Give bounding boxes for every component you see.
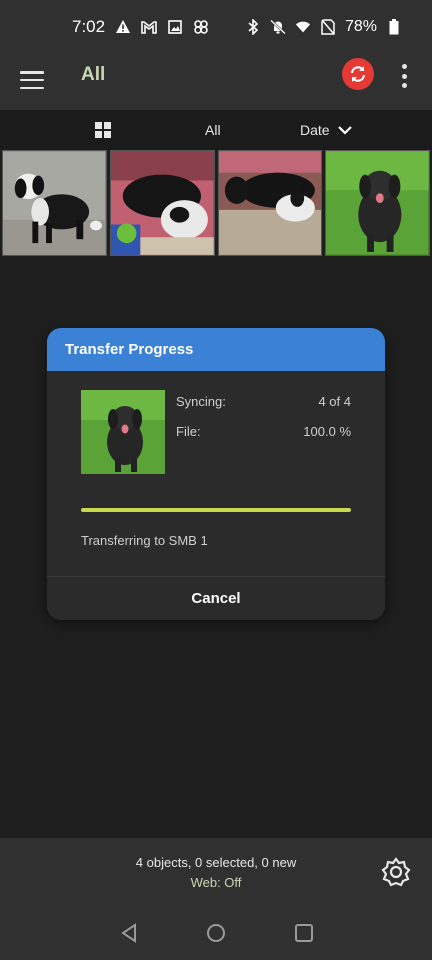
dialog-title: Transfer Progress xyxy=(65,341,194,358)
sync-button[interactable] xyxy=(342,58,374,90)
image-icon xyxy=(167,19,183,35)
battery-icon xyxy=(386,19,402,35)
settings-gear-icon[interactable] xyxy=(380,856,412,888)
pinwheel-icon xyxy=(193,19,209,35)
battery-percent: 78% xyxy=(344,18,377,35)
syncing-label: Syncing: xyxy=(176,394,226,409)
syncing-value: 4 of 4 xyxy=(318,394,351,409)
file-row: File: 100.0 % xyxy=(176,424,351,439)
filter-all-button[interactable]: All xyxy=(205,122,221,138)
progress-bar xyxy=(81,508,351,512)
file-value: 100.0 % xyxy=(303,424,351,439)
gmail-icon xyxy=(141,19,157,35)
recents-icon[interactable] xyxy=(294,923,314,943)
selection-info: 4 objects, 0 selected, 0 new xyxy=(135,855,297,870)
system-nav-bar xyxy=(0,904,432,960)
status-time: 7:02 xyxy=(72,17,106,36)
sync-icon xyxy=(350,66,366,82)
app-title: All xyxy=(81,64,106,85)
bottom-bar: 4 objects, 0 selected, 0 new Web: Off xyxy=(0,838,432,904)
wifi-icon xyxy=(295,19,311,35)
file-label: File: xyxy=(176,424,201,439)
thumb-dog-4[interactable] xyxy=(325,150,430,256)
dialog-thumbnail xyxy=(81,390,165,474)
thumb-dog-2[interactable] xyxy=(109,150,215,256)
filter-bar: All Date xyxy=(0,110,432,150)
bluetooth-icon xyxy=(245,19,261,35)
no-sim-icon xyxy=(320,19,336,35)
progress-fill xyxy=(81,508,351,512)
transfer-progress-dialog: Transfer Progress Syncing: 4 of 4 File: … xyxy=(47,328,385,620)
bell-off-icon xyxy=(270,19,286,35)
home-icon[interactable] xyxy=(206,923,226,943)
cancel-button[interactable]: Cancel xyxy=(47,577,385,620)
more-options-icon[interactable] xyxy=(396,62,412,90)
status-bar: 7:02 78% xyxy=(0,0,432,54)
thumbnail-grid xyxy=(0,150,432,256)
sort-date-label: Date xyxy=(300,122,330,138)
alert-icon xyxy=(115,19,131,35)
chevron-down-icon xyxy=(337,126,352,135)
app-bar: All xyxy=(0,54,432,110)
web-status: Web: Off xyxy=(190,875,242,890)
grid-view-icon[interactable] xyxy=(95,122,111,138)
menu-icon[interactable] xyxy=(20,68,44,92)
dialog-header: Transfer Progress xyxy=(47,328,385,371)
back-icon[interactable] xyxy=(119,923,139,943)
thumb-dog-3[interactable] xyxy=(217,150,323,256)
transfer-status: Transferring to SMB 1 xyxy=(81,533,208,548)
thumb-dog-1[interactable] xyxy=(2,150,107,256)
syncing-row: Syncing: 4 of 4 xyxy=(176,394,351,409)
sort-date-button[interactable]: Date xyxy=(300,122,352,138)
